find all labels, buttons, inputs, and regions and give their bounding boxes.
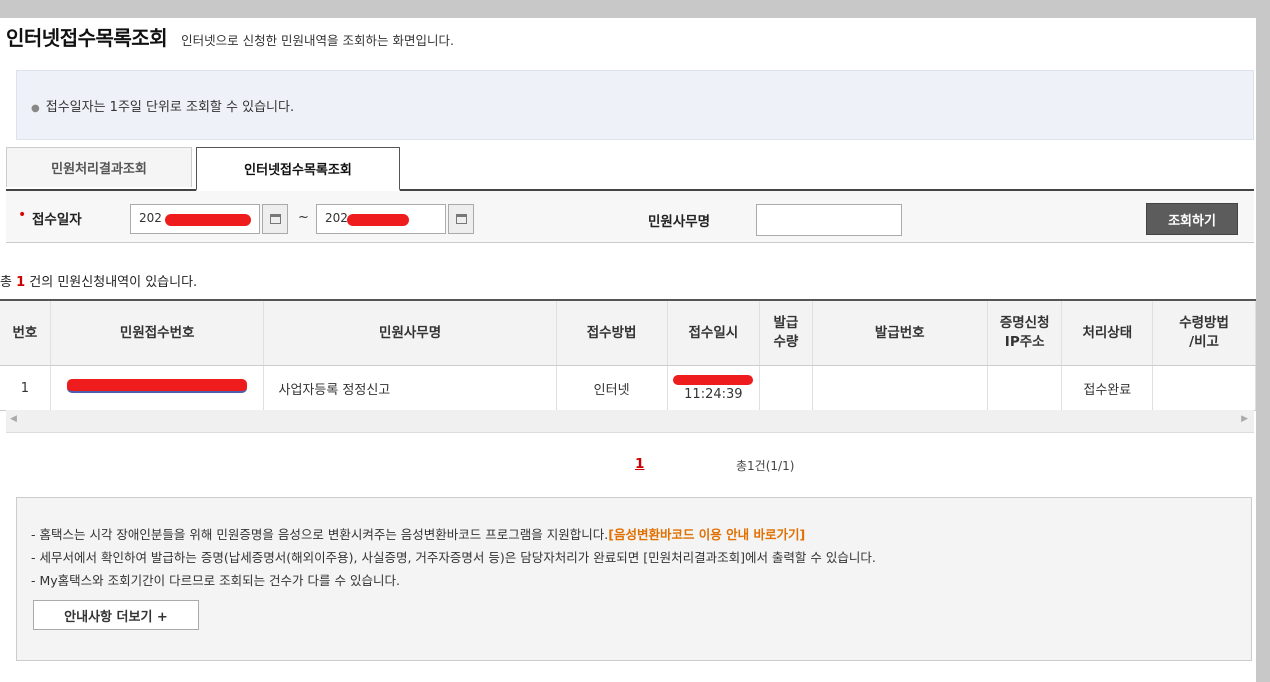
result-count-prefix: 총 (0, 275, 12, 290)
col-header-service: 민원사무명 (263, 299, 557, 366)
cell-status: 접수완료 (1061, 365, 1154, 411)
col-header-receipt-no: 민원접수번호 (50, 299, 265, 366)
horizontal-scrollbar[interactable]: ◀ ▶ (6, 410, 1254, 433)
notice-box: ● 접수일자는 1주일 단위로 조회할 수 있습니다. (16, 70, 1254, 140)
cell-time-value: 11:24:39 (684, 386, 743, 402)
cell-note (1152, 365, 1256, 411)
bullet-icon: ● (31, 103, 40, 114)
receipt-no-link[interactable] (67, 379, 248, 393)
tab-bar: 민원처리결과조회 인터넷접수목록조회 (6, 147, 1254, 191)
notice-text: ● 접수일자는 1주일 단위로 조회할 수 있습니다. (31, 96, 294, 115)
info-box: - 홈택스는 시각 장애인분들을 위해 민원증명을 음성으로 변환시켜주는 음성… (16, 497, 1252, 661)
result-count-number: 1 (16, 275, 26, 290)
cell-qty (759, 365, 813, 411)
table-header-row: 번호 민원접수번호 민원사무명 접수방법 접수일시 발급 수량 발급번호 증명신… (0, 299, 1256, 366)
voice-barcode-guide-link[interactable]: [음성변환바코드 이용 안내 바로가기] (608, 527, 805, 542)
cell-issue-no (812, 365, 988, 411)
col-header-ip: 증명신청 IP주소 (987, 299, 1063, 366)
col-header-method: 접수방법 (556, 299, 668, 366)
col-header-no: 번호 (0, 299, 51, 366)
cell-time: 11:24:39 (667, 365, 761, 411)
search-button[interactable]: 조회하기 (1146, 203, 1238, 235)
redaction-mark (347, 214, 409, 226)
info-line-1: - 홈택스는 시각 장애인분들을 위해 민원증명을 음성으로 변환시켜주는 음성… (31, 524, 805, 543)
redaction-mark (165, 214, 251, 226)
page-container: 인터넷접수목록조회 인터넷으로 신청한 민원내역을 조회하는 화면입니다. ● 접… (0, 18, 1256, 682)
calendar-icon (455, 214, 467, 224)
date-range-separator: ~ (298, 210, 309, 225)
tab-internet-receipt-list[interactable]: 인터넷접수목록조회 (196, 147, 400, 191)
col-header-time: 접수일시 (667, 299, 761, 366)
col-header-issue-no: 발급번호 (812, 299, 988, 366)
info-line-1-text: - 홈택스는 시각 장애인분들을 위해 민원증명을 음성으로 변환시켜주는 음성… (31, 527, 609, 542)
col-header-qty: 발급 수량 (759, 299, 813, 366)
col-header-note: 수령방법 /비고 (1152, 299, 1256, 366)
cell-no: 1 (0, 365, 51, 411)
calendar-icon (269, 214, 281, 224)
date-from-value: 202 (139, 211, 162, 225)
more-info-button[interactable]: 안내사항 더보기 + (33, 600, 199, 630)
result-count-suffix: 건의 민원신청내역이 있습니다. (29, 275, 198, 290)
receipt-table: 번호 민원접수번호 민원사무명 접수방법 접수일시 발급 수량 발급번호 증명신… (0, 299, 1256, 411)
service-name-label: 민원사무명 (648, 214, 711, 230)
col-header-status: 처리상태 (1061, 299, 1154, 366)
notice-text-value: 접수일자는 1주일 단위로 조회할 수 있습니다. (45, 100, 295, 115)
date-to-value: 202 (325, 211, 348, 225)
cell-receipt-no[interactable] (50, 365, 265, 411)
info-line-3: - My홈택스와 조회기간이 다르므로 조회되는 건수가 다를 수 있습니다. (31, 573, 400, 588)
tab-result-inquiry[interactable]: 민원처리결과조회 (6, 147, 192, 187)
cell-method: 인터넷 (556, 365, 668, 411)
date-to-calendar-button[interactable] (448, 204, 474, 234)
pagination: 1 총1건(1/1) (0, 454, 1256, 478)
date-from-calendar-button[interactable] (262, 204, 288, 234)
page-total: 총1건(1/1) (736, 459, 795, 473)
page-subtitle: 인터넷으로 신청한 민원내역을 조회하는 화면입니다. (181, 33, 454, 48)
date-from-input[interactable]: 202 (130, 204, 260, 234)
cell-ip (987, 365, 1063, 411)
page-number-current[interactable]: 1 (635, 456, 644, 472)
scroll-left-icon[interactable]: ◀ (10, 414, 17, 424)
info-line-2: - 세무서에서 확인하여 발급하는 증명(납세증명서(해외이주용), 사실증명,… (31, 550, 876, 565)
scroll-right-icon[interactable]: ▶ (1241, 414, 1248, 424)
page-title: 인터넷접수목록조회 (6, 26, 168, 50)
date-label: 접수일자 (32, 212, 82, 228)
date-to-input[interactable]: 202 (316, 204, 446, 234)
table-row: 1 사업자등록 정정신고 인터넷 11:24:39 접수완료 (0, 365, 1256, 411)
cell-service: 사업자등록 정정신고 (263, 365, 557, 411)
search-panel: • 접수일자 202 ~ 202 민원사무명 조회하기 (6, 191, 1254, 243)
required-star-icon: • (18, 207, 27, 223)
redaction-mark (673, 374, 754, 385)
title-row: 인터넷접수목록조회 인터넷으로 신청한 민원내역을 조회하는 화면입니다. (6, 22, 454, 52)
result-count: 총 1 건의 민원신청내역이 있습니다. (0, 271, 197, 290)
service-name-input[interactable] (756, 204, 902, 236)
